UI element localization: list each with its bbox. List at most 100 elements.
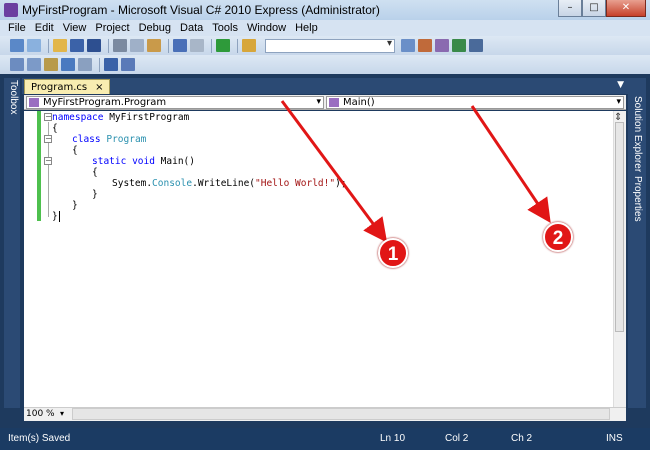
redo-icon[interactable] [190, 39, 204, 52]
comment-icon[interactable] [104, 58, 118, 71]
status-line: Ln 10 [380, 433, 406, 444]
zoom-level[interactable]: 100 % [26, 409, 55, 419]
properties-icon[interactable] [418, 39, 432, 52]
code-line-6: { [92, 167, 98, 178]
code-line-2: { [52, 123, 58, 134]
code-line-3: class Program [72, 134, 146, 145]
menu-file[interactable]: File [8, 22, 26, 34]
code-line-4: { [72, 145, 78, 156]
toolbar-separator [108, 38, 109, 53]
close-tab-icon[interactable]: × [95, 81, 103, 94]
close-button[interactable]: ✕ [606, 0, 646, 17]
save-all-icon[interactable] [87, 39, 101, 52]
class-icon [29, 98, 39, 107]
outdent-icon[interactable] [78, 58, 92, 71]
maximize-button[interactable]: □ [582, 0, 606, 17]
brace: { [92, 167, 98, 178]
code-line-1: namespace MyFirstProgram [52, 112, 189, 123]
status-bar: Item(s) Saved Ln 10 Col 2 Ch 2 INS [0, 428, 650, 450]
tab-program-cs[interactable]: Program.cs × [24, 79, 111, 94]
paste-icon[interactable] [147, 39, 161, 52]
status-column: Col 2 [445, 433, 469, 444]
menu-debug[interactable]: Debug [139, 22, 171, 34]
brace: { [52, 123, 58, 134]
status-insert-mode: INS [606, 433, 623, 444]
code-line-5: static void Main() [92, 156, 195, 167]
menu-data[interactable]: Data [180, 22, 203, 34]
text-caret [58, 211, 60, 222]
annotation-badge-1: 1 [378, 238, 408, 268]
toolbar-separator [211, 38, 212, 53]
find-combo[interactable] [265, 38, 395, 53]
minimize-button[interactable]: – [558, 0, 582, 17]
app-icon [4, 3, 18, 17]
code-line-8: } [92, 189, 98, 200]
toolbox-icon[interactable] [452, 39, 466, 52]
zoom-dropdown-icon[interactable]: ▾ [60, 409, 64, 418]
menu-window[interactable]: Window [247, 22, 286, 34]
member-list-icon[interactable] [10, 58, 24, 71]
complete-word-icon[interactable] [61, 58, 75, 71]
start-page-icon[interactable] [469, 39, 483, 52]
object-browser-icon[interactable] [435, 39, 449, 52]
brace: } [92, 189, 98, 200]
brace: } [72, 200, 78, 211]
undo-icon[interactable] [173, 39, 187, 52]
code-line-7: System.Console.WriteLine("Hello World!")… [112, 178, 347, 189]
fold-toggle-icon[interactable]: − [44, 135, 52, 143]
menu-tools[interactable]: Tools [212, 22, 238, 34]
solution-explorer-tab[interactable]: Solution Explorer [632, 96, 643, 172]
keyword: void [132, 156, 155, 167]
punctuation: ); [335, 178, 347, 189]
save-icon[interactable] [70, 39, 84, 52]
properties-tab[interactable]: Properties [632, 176, 643, 222]
toolbox-tab[interactable]: Toolbox [5, 80, 19, 114]
find-in-files-icon[interactable] [242, 39, 256, 52]
status-char: Ch 2 [511, 433, 533, 444]
menu-bar: File Edit View Project Debug Data Tools … [0, 20, 650, 36]
toolbar-separator [99, 57, 100, 72]
fold-toggle-icon[interactable]: − [44, 157, 52, 165]
standard-toolbar [0, 36, 650, 55]
type-dropdown-value: MyFirstProgram.Program [43, 97, 167, 108]
code-line-10: } [52, 211, 60, 222]
identifier: System. [112, 178, 153, 189]
toolbox-strip [4, 78, 20, 408]
menu-project[interactable]: Project [95, 22, 129, 34]
horizontal-scrollbar[interactable] [72, 408, 610, 420]
member-dropdown[interactable]: Main() [326, 96, 624, 109]
type-name: Console [152, 178, 193, 189]
open-file-icon[interactable] [53, 39, 67, 52]
quick-info-icon[interactable] [44, 58, 58, 71]
type-name: Program [106, 134, 147, 145]
window-title: MyFirstProgram - Microsoft Visual C# 201… [22, 3, 380, 17]
cut-icon[interactable] [113, 39, 127, 52]
solution-explorer-icon[interactable] [401, 39, 415, 52]
menu-help[interactable]: Help [295, 22, 318, 34]
string-literal: "Hello World!" [255, 178, 336, 189]
toolbar-separator [168, 38, 169, 53]
keyword: namespace [52, 112, 104, 123]
new-project-icon[interactable] [10, 39, 24, 52]
title-bar: MyFirstProgram - Microsoft Visual C# 201… [0, 0, 650, 20]
tab-list-chevron-icon[interactable]: ▼ [617, 80, 624, 90]
vertical-scroll-thumb[interactable] [615, 122, 624, 332]
identifier: Main() [154, 156, 195, 167]
add-item-icon[interactable] [27, 39, 41, 52]
parameter-info-icon[interactable] [27, 58, 41, 71]
text-editor-toolbar [0, 55, 650, 74]
type-dropdown[interactable]: MyFirstProgram.Program [26, 96, 324, 109]
change-tracking-bar [37, 111, 41, 221]
annotation-badge-2: 2 [543, 222, 573, 252]
identifier: .WriteLine( [192, 178, 256, 189]
fold-toggle-icon[interactable]: − [44, 113, 52, 121]
method-icon [329, 98, 339, 107]
start-debugging-icon[interactable] [216, 39, 230, 52]
menu-view[interactable]: View [63, 22, 87, 34]
menu-edit[interactable]: Edit [35, 22, 54, 34]
keyword: static [92, 156, 127, 167]
status-message: Item(s) Saved [8, 433, 71, 444]
brace: } [52, 211, 58, 222]
copy-icon[interactable] [130, 39, 144, 52]
uncomment-icon[interactable] [121, 58, 135, 71]
